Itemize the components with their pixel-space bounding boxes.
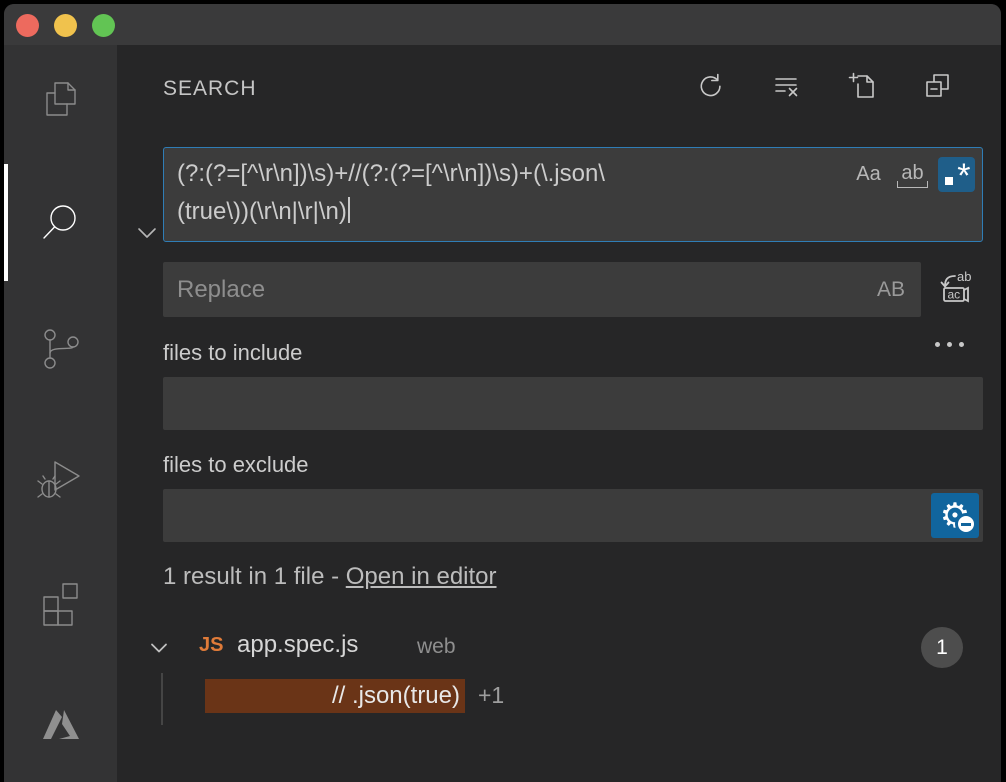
- whole-word-icon: ab: [898, 162, 926, 187]
- files-to-exclude-label: files to exclude: [163, 452, 309, 478]
- match-count-badge: 1: [921, 627, 963, 668]
- svg-text:ac: ac: [948, 288, 961, 302]
- zoom-window-button[interactable]: [92, 14, 115, 37]
- sidebar-item-extensions[interactable]: [4, 577, 117, 629]
- minus-circle-icon: [958, 516, 974, 532]
- match-highlight: // .json(true): [205, 679, 465, 713]
- svg-text:ab: ab: [957, 269, 971, 284]
- new-search-editor-icon: [847, 88, 877, 105]
- sidebar-item-run-debug[interactable]: [4, 455, 117, 507]
- result-file-folder: web: [417, 635, 456, 659]
- regex-toggle[interactable]: [938, 157, 975, 192]
- search-input[interactable]: (?:(?=[^\r\n])\s)+//(?:(?=[^\r\n])\s)+(\…: [163, 147, 983, 242]
- panel-title: SEARCH: [163, 77, 257, 101]
- clear-results-icon: [771, 88, 801, 105]
- files-to-exclude-field: [163, 489, 983, 542]
- files-to-exclude-input[interactable]: [163, 489, 983, 542]
- vscode-window: SEARCH: [4, 4, 1001, 782]
- open-new-search-editor-button[interactable]: [847, 71, 877, 101]
- title-bar: [4, 4, 1001, 45]
- chevron-down-icon: [131, 236, 163, 253]
- panel-header-actions: [695, 71, 953, 101]
- chevron-down-icon[interactable]: [145, 634, 173, 662]
- search-panel: SEARCH: [117, 45, 1001, 782]
- whole-word-toggle[interactable]: ab: [894, 157, 931, 192]
- replace-field: AB: [163, 262, 921, 317]
- files-icon: [35, 73, 87, 130]
- sidebar-item-source-control[interactable]: [4, 325, 117, 377]
- search-query-line-1: (?:(?=[^\r\n])\s)+//(?:(?=[^\r\n])\s)+(\…: [177, 155, 832, 193]
- minimize-window-button[interactable]: [54, 14, 77, 37]
- close-window-button[interactable]: [16, 14, 39, 37]
- preserve-case-toggle[interactable]: AB: [861, 278, 921, 302]
- search-query-line-2: (true\))(\r\n|\r|\n): [177, 193, 832, 231]
- refresh-button[interactable]: [695, 71, 725, 101]
- collapse-all-button[interactable]: [923, 71, 953, 101]
- azure-icon: [35, 699, 87, 756]
- replace-all-icon: ab ac: [931, 299, 975, 316]
- result-match-row[interactable]: // .json(true) +1: [117, 678, 1001, 716]
- result-file-name: app.spec.js: [237, 631, 358, 659]
- ellipsis-icon: [935, 342, 940, 347]
- search-query-text: (?:(?=[^\r\n])\s)+//(?:(?=[^\r\n])\s)+(\…: [177, 155, 832, 231]
- tree-indent-guide: [161, 673, 163, 725]
- toggle-search-details-button[interactable]: [929, 335, 969, 353]
- activity-bar: [4, 45, 117, 782]
- match-case-toggle[interactable]: Aa: [850, 157, 887, 192]
- extensions-icon: [35, 575, 87, 632]
- collapse-all-icon: [923, 88, 953, 105]
- files-to-include-label: files to include: [163, 340, 302, 366]
- refresh-icon: [695, 88, 725, 105]
- results-summary: 1 result in 1 file - Open in editor: [163, 563, 497, 591]
- toggle-replace-button[interactable]: [131, 217, 163, 249]
- debug-icon: [35, 453, 87, 510]
- search-options: Aa ab: [850, 157, 975, 192]
- search-icon: [35, 197, 87, 254]
- files-to-include-input[interactable]: [163, 377, 983, 430]
- javascript-file-icon: JS: [199, 634, 223, 657]
- sidebar-item-explorer[interactable]: [4, 75, 117, 127]
- clear-search-results-button[interactable]: [771, 71, 801, 101]
- replace-input[interactable]: [163, 262, 861, 317]
- use-exclude-settings-toggle[interactable]: [931, 493, 979, 538]
- match-overflow-count: +1: [478, 682, 504, 709]
- text-cursor: [348, 197, 350, 223]
- sidebar-item-azure[interactable]: [4, 701, 117, 753]
- replace-all-button[interactable]: ab ac: [931, 268, 975, 312]
- regex-icon: [944, 162, 970, 188]
- open-in-editor-link[interactable]: Open in editor: [346, 563, 497, 590]
- results-count-text: 1 result in 1 file -: [163, 563, 346, 590]
- match-text: // .json(true): [332, 682, 460, 710]
- sidebar-item-search[interactable]: [4, 199, 117, 251]
- result-file-row[interactable]: JS app.spec.js web 1: [117, 627, 1001, 669]
- source-control-icon: [35, 323, 87, 380]
